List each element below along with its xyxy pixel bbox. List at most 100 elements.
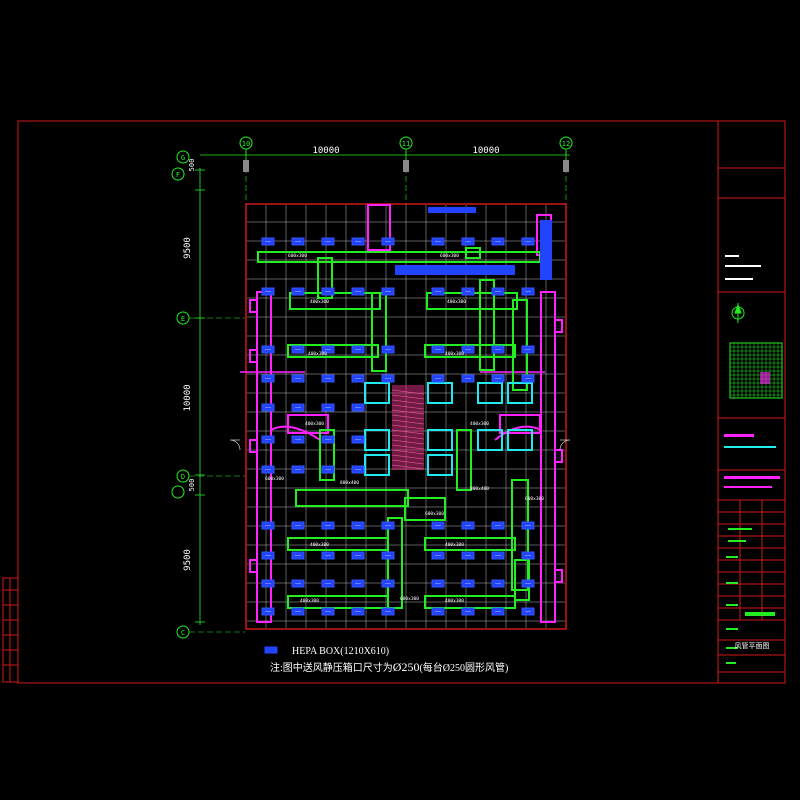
duct-size-label: 400x300 xyxy=(447,299,466,305)
hepa-box xyxy=(381,345,395,354)
ffu-unit xyxy=(427,429,453,451)
hepa-box xyxy=(261,551,275,560)
hepa-box xyxy=(321,374,335,383)
hepa-box xyxy=(521,287,535,296)
hepa-box xyxy=(291,465,305,474)
legend-note-value: Ø250 xyxy=(392,660,420,674)
row-tag-f: F xyxy=(176,171,180,179)
ffu-unit xyxy=(427,454,453,476)
hepa-box xyxy=(261,237,275,246)
hepa-box xyxy=(351,345,365,354)
duct-size-label: 800x400 xyxy=(340,480,359,486)
hepa-box xyxy=(431,374,445,383)
hepa-box xyxy=(351,579,365,588)
dim-left-bottom: 9500 xyxy=(183,549,193,571)
hepa-box xyxy=(381,607,395,616)
dim-top-right: 10000 xyxy=(472,146,499,156)
hepa-box xyxy=(521,374,535,383)
hepa-box xyxy=(381,551,395,560)
duct-size-label: 400x300 xyxy=(300,598,319,604)
hepa-box xyxy=(431,551,445,560)
ffu-unit xyxy=(364,429,390,451)
hepa-box xyxy=(291,579,305,588)
fan-filter-units xyxy=(364,382,533,476)
hepa-box xyxy=(321,607,335,616)
column-tag-11: 11 xyxy=(402,140,410,148)
hepa-box xyxy=(321,435,335,444)
duct-size-label: 600x300 xyxy=(425,511,444,517)
hepa-box xyxy=(521,551,535,560)
hepa-box xyxy=(351,435,365,444)
duct-size-label: 400x300 xyxy=(445,542,464,548)
hepa-box xyxy=(381,579,395,588)
hepa-box xyxy=(491,374,505,383)
hepa-box xyxy=(321,521,335,530)
legend-hepa-label: HEPA BOX(1210X610) xyxy=(292,646,389,657)
legend-note-suffix: (每台Ø250圆形风管) xyxy=(419,663,509,674)
duct-size-label: 400x300 xyxy=(445,351,464,357)
hvac-duct-plan-drawing: 风管平面图 10000 10000 9500 10000 9500 500 50… xyxy=(2,120,786,684)
ffu-unit xyxy=(364,454,390,476)
hepa-box xyxy=(261,579,275,588)
hepa-box xyxy=(381,237,395,246)
hepa-box xyxy=(321,287,335,296)
hepa-box xyxy=(491,237,505,246)
hepa-box xyxy=(491,551,505,560)
hepa-box xyxy=(351,551,365,560)
duct-size-label: 600x300 xyxy=(288,253,307,259)
hepa-box xyxy=(491,607,505,616)
row-tag-g: G xyxy=(181,154,185,162)
hepa-box xyxy=(381,521,395,530)
hepa-box xyxy=(261,345,275,354)
hepa-box xyxy=(351,607,365,616)
hepa-box xyxy=(351,287,365,296)
duct-size-label: 400x300 xyxy=(305,421,324,427)
hepa-box xyxy=(261,465,275,474)
duct-size-label: 400x300 xyxy=(308,351,327,357)
row-tag-e: E xyxy=(181,315,185,323)
drawing-title: 风管平面图 xyxy=(735,641,770,650)
duct-size-label: 600x300 xyxy=(440,253,459,259)
hepa-box xyxy=(461,287,475,296)
hepa-box xyxy=(431,345,445,354)
legend-note: 注:图中送风静压箱口尺寸为Ø250(每台Ø250圆形风管) xyxy=(270,659,508,675)
hepa-box xyxy=(461,607,475,616)
hepa-box xyxy=(431,607,445,616)
hepa-box xyxy=(261,435,275,444)
hepa-box xyxy=(321,465,335,474)
hepa-box xyxy=(291,435,305,444)
dim-left-top: 9500 xyxy=(183,237,193,259)
hepa-box xyxy=(351,465,365,474)
title-block: 风管平面图 xyxy=(717,121,785,683)
hepa-box xyxy=(381,374,395,383)
hepa-box xyxy=(291,521,305,530)
hepa-box xyxy=(291,551,305,560)
duct-size-label: 600x300 xyxy=(400,596,419,602)
column-tag-10: 10 xyxy=(242,140,250,148)
hepa-box xyxy=(461,579,475,588)
hepa-box xyxy=(461,374,475,383)
dim-small-mid: 500 xyxy=(188,479,196,492)
hepa-box xyxy=(351,521,365,530)
hepa-box xyxy=(351,374,365,383)
hepa-box xyxy=(461,237,475,246)
duct-size-label: 600x300 xyxy=(525,496,544,502)
hepa-box xyxy=(521,521,535,530)
dim-top-left: 10000 xyxy=(312,146,339,156)
legend-note-prefix: 注:图中送风静压箱口尺寸为 xyxy=(270,663,393,674)
hepa-box xyxy=(431,521,445,530)
hepa-box xyxy=(381,287,395,296)
dim-small-top: 500 xyxy=(188,159,196,172)
hepa-box xyxy=(321,403,335,412)
hepa-box xyxy=(291,374,305,383)
hepa-box xyxy=(521,237,535,246)
duct-size-label: 600x300 xyxy=(265,476,284,482)
column-tag-12: 12 xyxy=(562,140,570,148)
hepa-box xyxy=(491,287,505,296)
hepa-box xyxy=(491,345,505,354)
hepa-box xyxy=(431,579,445,588)
hepa-box xyxy=(461,521,475,530)
hepa-box xyxy=(521,607,535,616)
hepa-box xyxy=(261,287,275,296)
hepa-box xyxy=(351,237,365,246)
